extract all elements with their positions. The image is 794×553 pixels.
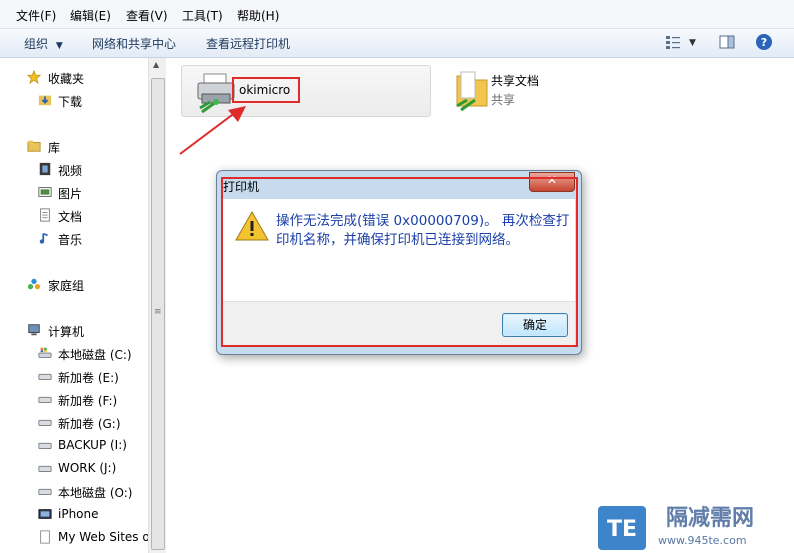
annotation-dialog-box [221,177,578,347]
video-icon [39,162,51,176]
drive-icon [38,396,52,403]
chevron-down-icon: ▼ [55,41,63,51]
library-icon [27,140,41,152]
scrollbar-thumb[interactable]: ≡ [151,78,165,550]
shared-folder-status: 共享 [491,93,516,107]
sidebar-item-drive-o[interactable]: 本地磁盘 (O:) [0,482,148,502]
sidebar-item-label: BACKUP (I:) [58,438,127,452]
sidebar-item-label: 下载 [58,95,83,109]
menu-bar: 文件(F) 编辑(E) 查看(V) 工具(T) 帮助(H) [0,0,794,29]
command-toolbar: 组织 ▼ 网络和共享中心 查看远程打印机 ▼ ? [0,29,794,58]
drive-icon [38,373,52,380]
sidebar-item-label: 图片 [58,187,83,201]
drive-icon [38,465,52,472]
sidebar-item-label: 新加卷 (F:) [58,394,118,408]
view-options-icon[interactable] [664,33,682,51]
sidebar-scrollbar[interactable]: ▲ ≡ [148,58,166,553]
sidebar-item-label: 新加卷 (G:) [58,417,121,431]
homegroup-icon [27,278,41,290]
organize-label: 组织 [24,37,49,51]
sidebar-item-libraries[interactable]: 库 [0,137,148,157]
sidebar-item-drive-j[interactable]: WORK (J:) [0,459,148,479]
sidebar-item-music[interactable]: 音乐 [0,229,148,249]
sidebar-item-label: 本地磁盘 (O:) [58,486,133,500]
sidebar-item-homegroup[interactable]: 家庭组 [0,275,148,295]
sidebar-item-computer[interactable]: 计算机 [0,321,148,341]
drive-icon [38,442,52,449]
sidebar-item-drive-i[interactable]: BACKUP (I:) [0,436,148,456]
web-folder-icon [40,530,50,544]
shared-folder-name: 共享文档 [491,74,540,88]
network-center-button[interactable]: 网络和共享中心 [92,35,176,52]
organize-button[interactable]: 组织 ▼ [24,35,63,52]
grip-icon: ≡ [154,307,162,317]
sidebar-item-label: 新加卷 (E:) [58,371,119,385]
annotation-arrow [179,106,246,155]
downloads-folder-icon [38,95,52,106]
sidebar-item-label: 计算机 [48,325,85,339]
shared-folder-icon [456,71,488,112]
sidebar-item-downloads[interactable]: 下载 [0,91,148,111]
sidebar-item-favorites[interactable]: 收藏夹 [0,68,148,88]
sidebar-item-label: My Web Sites o [58,530,150,544]
svg-text:?: ? [761,36,767,49]
sidebar-item-label: iPhone [58,507,99,521]
watermark-url: www.945te.com [658,534,747,547]
sidebar-item-drive-f[interactable]: 新加卷 (F:) [0,390,148,410]
sidebar-item-my-web-sites[interactable]: My Web Sites o [0,528,150,548]
view-printers-button[interactable]: 查看远程打印机 [206,35,290,52]
sidebar-item-documents[interactable]: 文档 [0,206,148,226]
system-drive-icon [38,347,52,358]
preview-pane-icon[interactable] [718,33,736,51]
sidebar-item-drive-e[interactable]: 新加卷 (E:) [0,367,148,387]
watermark-logo: TE [598,506,646,550]
sidebar-item-label: 本地磁盘 (C:) [58,348,132,362]
svg-text:TE: TE [607,517,637,542]
sidebar-item-label: 文档 [58,210,83,224]
watermark-title: 隔减需网 [666,505,755,531]
drive-icon [38,419,52,426]
view-dropdown-icon[interactable]: ▼ [689,38,696,48]
sidebar-item-label: 音乐 [58,233,83,247]
sidebar-item-label: 家庭组 [48,279,85,293]
sidebar-item-label: 视频 [58,164,83,178]
sidebar-item-label: WORK (J:) [58,461,117,475]
camera-device-icon [38,509,52,519]
pictures-icon [38,187,52,197]
menu-help[interactable]: 帮助(H) [237,7,279,24]
sidebar-item-label: 收藏夹 [48,72,85,86]
drive-icon [38,488,52,495]
scroll-up-arrow-icon[interactable]: ▲ [153,60,159,69]
menu-tools[interactable]: 工具(T) [182,7,223,24]
star-icon [26,70,42,84]
navigation-pane: 收藏夹 下载 库 视频 图片 文档 音乐 家庭组 计算机 本地磁盘 (C:) 新… [0,58,150,553]
music-icon [39,232,48,244]
sidebar-item-drive-g[interactable]: 新加卷 (G:) [0,413,148,433]
menu-view[interactable]: 查看(V) [126,7,168,24]
shared-documents-tile[interactable]: 共享文档 共享 [451,66,591,116]
menu-file[interactable]: 文件(F) [16,7,56,24]
watermark: TE 隔减需网 www.945te.com [598,500,794,553]
sidebar-item-label: 库 [48,141,61,155]
error-dialog: 打印机 ✕ 操作无法完成(错误 0x00000709)。 再次检查打印机名称，并… [216,170,582,355]
sidebar-item-videos[interactable]: 视频 [0,160,148,180]
sidebar-item-pictures[interactable]: 图片 [0,183,148,203]
computer-icon [28,324,40,336]
menu-edit[interactable]: 编辑(E) [70,7,111,24]
sidebar-item-drive-c[interactable]: 本地磁盘 (C:) [0,344,148,364]
sidebar-item-iphone[interactable]: iPhone [0,505,148,525]
help-icon[interactable]: ? [755,33,773,51]
document-icon [40,208,50,222]
